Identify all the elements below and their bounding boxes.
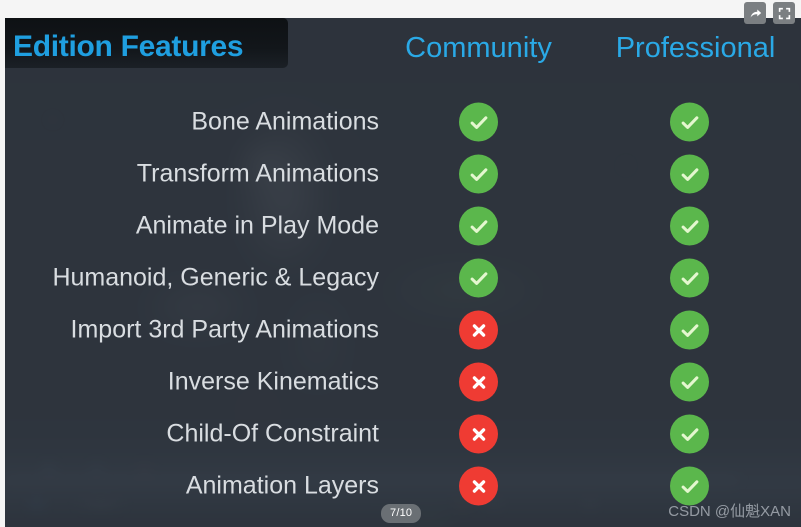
column-header-community: Community — [405, 32, 552, 64]
page-indicator: 7/10 — [381, 504, 422, 523]
share-button[interactable] — [744, 2, 766, 24]
check-circle-icon — [670, 154, 709, 194]
feature-label: Humanoid, Generic & Legacy — [52, 263, 379, 292]
cross-circle-icon — [459, 414, 498, 454]
slide-viewer: Edition Features Community Professional … — [0, 0, 801, 527]
slide-surface[interactable]: Edition Features Community Professional … — [5, 18, 801, 527]
feature-label: Inverse Kinematics — [167, 367, 379, 396]
share-icon — [749, 7, 762, 20]
viewer-toolbar — [744, 2, 795, 24]
watermark: CSDN @仙魁XAN — [668, 503, 791, 520]
check-circle-icon — [670, 310, 709, 350]
check-circle-icon — [459, 206, 498, 246]
cross-circle-icon — [459, 466, 498, 506]
feature-label: Child-Of Constraint — [166, 419, 379, 448]
feature-label: Import 3rd Party Animations — [70, 315, 379, 344]
check-circle-icon — [670, 362, 709, 402]
table-row: Transform Animations — [5, 148, 801, 200]
cross-circle-icon — [459, 310, 498, 350]
table-row: Bone Animations — [5, 96, 801, 148]
table-row: Import 3rd Party Animations — [5, 304, 801, 356]
column-header-professional: Professional — [615, 32, 776, 64]
feature-label: Bone Animations — [191, 107, 379, 136]
check-circle-icon — [670, 206, 709, 246]
check-circle-icon — [670, 258, 709, 298]
feature-table-body: Bone Animations Transform Animations Ani… — [5, 96, 801, 512]
table-header: Edition Features Community Professional — [5, 18, 801, 73]
table-row: Inverse Kinematics — [5, 356, 801, 408]
check-circle-icon — [459, 258, 498, 298]
check-circle-icon — [459, 102, 498, 142]
table-row: Animate in Play Mode — [5, 200, 801, 252]
fullscreen-icon — [778, 7, 791, 20]
fullscreen-button[interactable] — [773, 2, 795, 24]
feature-label: Transform Animations — [136, 159, 379, 188]
cross-circle-icon — [459, 362, 498, 402]
check-circle-icon — [670, 102, 709, 142]
table-row: Child-Of Constraint — [5, 408, 801, 460]
feature-label: Animate in Play Mode — [135, 211, 379, 240]
check-circle-icon — [670, 414, 709, 454]
page-title: Edition Features — [13, 30, 244, 63]
feature-label: Animation Layers — [185, 471, 379, 500]
check-circle-icon — [459, 154, 498, 194]
table-row: Humanoid, Generic & Legacy — [5, 252, 801, 304]
slide-content: Edition Features Community Professional … — [5, 18, 801, 527]
